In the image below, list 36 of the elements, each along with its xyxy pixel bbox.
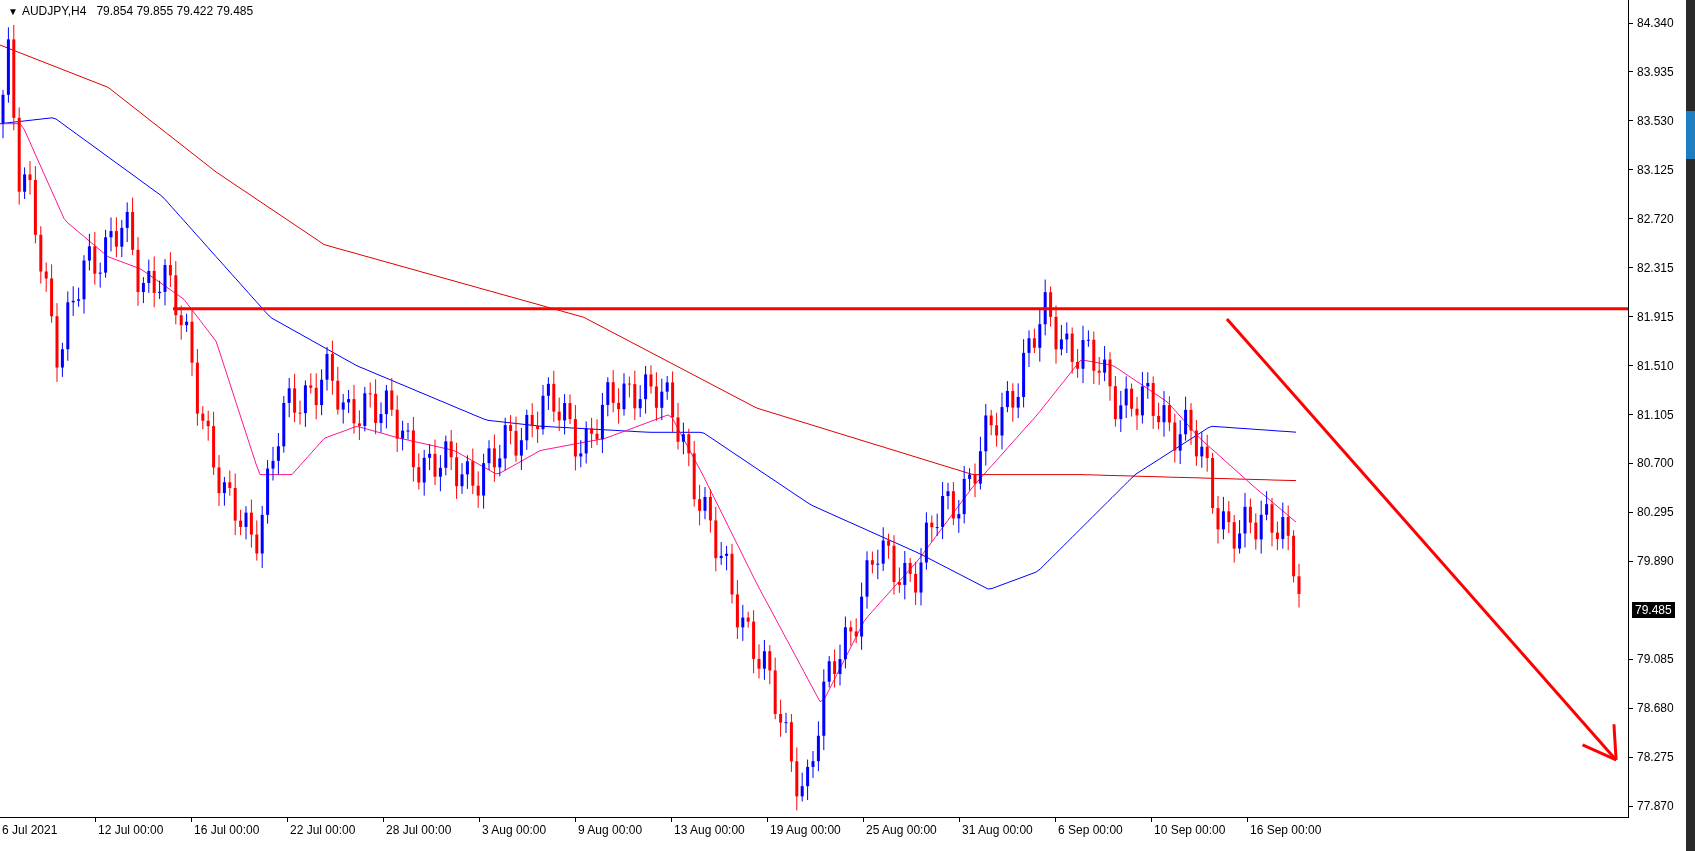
menu-triangle[interactable]: ▼ — [8, 3, 18, 19]
price-tick-label: 83.935 — [1637, 63, 1674, 81]
price-tick-label: 84.340 — [1637, 15, 1674, 32]
price-tick-label: 81.915 — [1637, 308, 1674, 326]
price-tick-label: 79.890 — [1637, 553, 1674, 571]
ohlc-values: 79.854 79.855 79.422 79.485 — [96, 3, 254, 20]
time-axis-label: 16 Sep 00:00 — [1250, 822, 1322, 839]
price-tick-label: 77.870 — [1637, 798, 1674, 815]
price-tick-label: 83.125 — [1637, 161, 1674, 179]
price-tick-label: 80.295 — [1637, 504, 1674, 522]
time-axis-label: 6 Sep 00:00 — [1058, 822, 1123, 839]
time-axis-label: 19 Aug 00:00 — [770, 822, 841, 839]
time-axis-label: 28 Jul 00:00 — [386, 822, 452, 839]
price-tick-label: 82.720 — [1637, 210, 1674, 228]
time-axis-label: 31 Aug 00:00 — [962, 822, 1033, 839]
time-axis-label: 25 Aug 00:00 — [866, 822, 937, 839]
time-axis-label: 3 Aug 00:00 — [482, 822, 547, 839]
price-tick-label: 81.105 — [1637, 406, 1674, 424]
price-tick-label: 78.275 — [1637, 749, 1674, 767]
price-tick-label: 82.315 — [1637, 259, 1674, 277]
time-axis-label: 9 Aug 00:00 — [578, 822, 643, 839]
time-axis-label: 22 Jul 00:00 — [290, 822, 356, 839]
price-tick-label: 78.680 — [1637, 700, 1674, 718]
scrollbar-thumb[interactable] — [1686, 111, 1695, 159]
time-axis-label: 13 Aug 00:00 — [674, 822, 745, 839]
price-tick-label: 83.530 — [1637, 112, 1674, 130]
price-tick-label: 81.510 — [1637, 357, 1674, 375]
current-price-label: 79.485 — [1632, 601, 1675, 618]
time-axis-label: 10 Sep 00:00 — [1154, 822, 1226, 839]
price-tick-label: 80.700 — [1637, 455, 1674, 473]
time-axis-label: 6 Jul 2021 — [2, 822, 58, 839]
scrollbar[interactable] — [1686, 0, 1695, 851]
time-axis-label: 12 Jul 00:00 — [98, 822, 164, 839]
price-tick-label: 79.085 — [1637, 651, 1674, 669]
time-axis-label: 16 Jul 00:00 — [194, 822, 260, 839]
symbol-label: AUDJPY,H4 — [21, 3, 87, 20]
